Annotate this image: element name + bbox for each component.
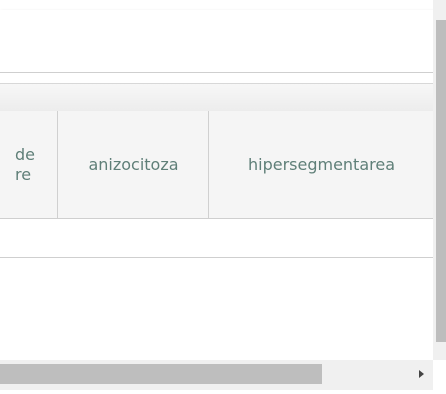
table-header-row: de re anizocitoza hipersegmentarea — [0, 111, 433, 219]
header-cell-label: hipersegmentarea — [247, 154, 396, 174]
table-header-cell-hipersegmentarea[interactable]: hipersegmentarea — [208, 111, 433, 218]
vertical-scrollbar-thumb[interactable] — [436, 20, 446, 342]
table-header-cell-anizocitoza[interactable]: anizocitoza — [57, 111, 209, 218]
scroll-right-arrow-icon[interactable] — [413, 366, 429, 382]
divider-line — [0, 72, 433, 73]
header-cell-text-line2: re — [15, 164, 32, 184]
panel-top-area — [0, 10, 433, 72]
table-header-cell[interactable]: de re — [0, 111, 57, 218]
divider-line — [0, 257, 433, 258]
scrollbar-corner — [433, 360, 446, 394]
header-cell-text-line1: de — [15, 144, 35, 164]
table-panel: de re anizocitoza hipersegmentarea — [0, 10, 434, 360]
header-cell-label: anizocitoza — [88, 154, 179, 174]
header-strip — [0, 83, 433, 113]
horizontal-scrollbar-thumb[interactable] — [0, 364, 322, 384]
